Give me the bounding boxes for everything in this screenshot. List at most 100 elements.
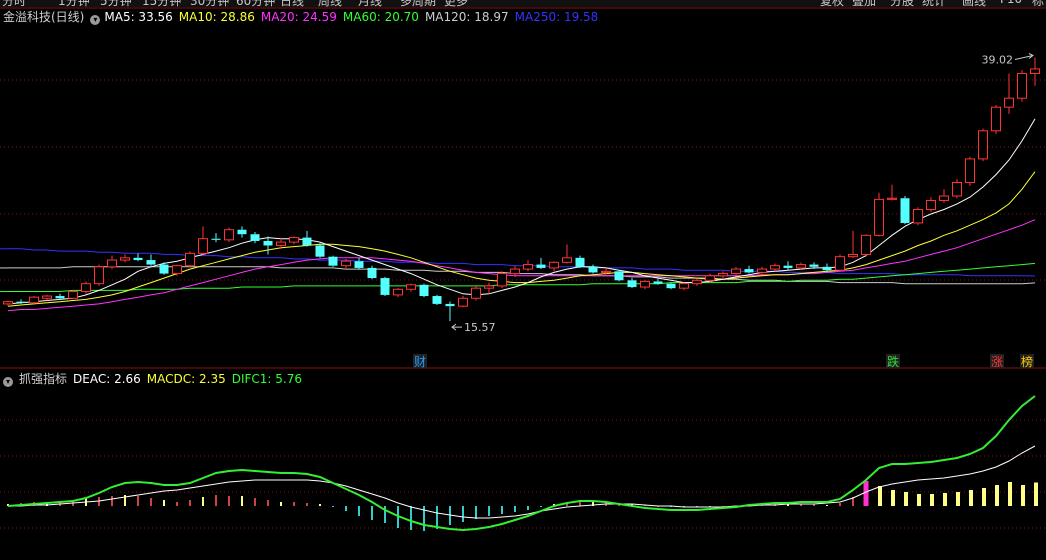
candlestick [458, 296, 468, 308]
candlestick [848, 230, 858, 258]
candlestick [172, 264, 182, 276]
macdc-bar [488, 506, 490, 516]
sub-legend-items: DEAC: 2.66 MACDC: 2.35 DIFC1: 5.76 [73, 372, 308, 386]
macdc-bar [358, 506, 360, 516]
macdc-bar [436, 506, 438, 529]
candlestick [146, 254, 156, 266]
macdc-bar [956, 492, 960, 506]
macdc-bar [1008, 482, 1012, 506]
candlestick [315, 243, 325, 258]
sub-legend-item: DIFC1: 5.76 [231, 372, 303, 386]
ma-legend-item: MA60: 20.70 [342, 10, 419, 24]
low-price-label: 15.57 [464, 321, 496, 334]
ma-legend-item: MA20: 24.59 [260, 10, 337, 24]
sub-legend: ▾ 抓强指标 DEAC: 2.66 MACDC: 2.35 DIFC1: 5.76 [3, 371, 314, 387]
macdc-bar [826, 505, 828, 506]
indicator-settings-icon[interactable]: ▾ [3, 377, 13, 387]
candlestick [887, 184, 897, 201]
macdc-bar [111, 496, 113, 506]
macdc-bar [917, 494, 921, 506]
candlestick [874, 192, 884, 237]
candlestick [68, 290, 78, 300]
macdc-bar [501, 506, 503, 514]
candlestick [406, 283, 416, 292]
candlestick [926, 197, 936, 212]
macdc-bar [163, 500, 165, 506]
candlestick [432, 294, 442, 306]
event-marker[interactable]: 跌 [887, 354, 899, 369]
macdc-bar [982, 488, 986, 506]
macdc-bar [995, 485, 999, 506]
event-marker[interactable]: 财 [414, 355, 426, 369]
candlestick [289, 236, 299, 245]
macdc-bar [280, 502, 282, 506]
macdc-bar [241, 496, 243, 506]
difc1-line [7, 395, 1036, 532]
candlestick [354, 257, 364, 270]
macdc-bar [228, 496, 230, 506]
sub-legend-item: DEAC: 2.66 [73, 372, 141, 386]
macdc-bar [540, 506, 542, 507]
candlestick [549, 261, 559, 272]
macdc-bar [293, 502, 295, 506]
candlestick [445, 301, 455, 322]
macdc-bar [306, 503, 308, 506]
candlestick [393, 288, 403, 298]
candlestick [250, 231, 260, 244]
macdc-bar [345, 506, 347, 511]
candlestick [328, 255, 338, 267]
macdc-bar [462, 506, 464, 522]
candlestick [588, 264, 598, 274]
candlestick [523, 260, 533, 272]
main-legend: 金溢科技(日线) ▾ MA5: 33.56 MA10: 28.86 MA20: 24.5… [3, 9, 610, 25]
event-marker[interactable]: 榜 [1021, 354, 1033, 369]
macdc-bar [839, 503, 841, 506]
candlestick [900, 195, 910, 225]
candlestick [731, 266, 741, 276]
main-chart-title: 金溢科技(日线) [3, 10, 85, 24]
candlestick [120, 254, 130, 263]
macdc-bar [891, 490, 895, 506]
candlestick [757, 266, 767, 275]
macdc-bar [878, 486, 882, 506]
candlestick [55, 293, 65, 300]
macdc-bar [930, 494, 934, 506]
macdc-bar [319, 504, 321, 506]
candlestick [367, 265, 377, 280]
candlestick [835, 254, 845, 272]
ma-legend-item: MA5: 33.56 [104, 10, 173, 24]
ma-legend-item: MA120: 18.97 [424, 10, 509, 24]
candlestick [939, 189, 949, 203]
candlestick [224, 227, 234, 243]
ma10-line [7, 171, 1036, 307]
high-price-arrow [1014, 53, 1034, 60]
high-price-label: 39.02 [982, 53, 1014, 66]
candlestick [471, 285, 481, 301]
candlestick [484, 282, 494, 294]
macdc-bar [215, 495, 217, 506]
macdc-bar [137, 496, 139, 506]
candlestick [198, 226, 208, 256]
candlestick [640, 280, 650, 290]
candlestick [770, 263, 780, 272]
event-marker[interactable]: 涨 [991, 354, 1003, 369]
deac-line [8, 445, 1036, 519]
candlestick [107, 255, 117, 270]
macdc-bar [410, 506, 412, 530]
candlesticks [3, 57, 1040, 322]
candlestick [263, 236, 273, 255]
macdc-bar [943, 493, 947, 506]
macdc-bar [332, 506, 334, 507]
indicator-settings-icon[interactable]: ▾ [90, 15, 101, 25]
ma-legend-items: MA5: 33.56 MA10: 28.86 MA20: 24.59 MA60: 20… [104, 10, 604, 24]
candlestick [783, 261, 793, 271]
candlestick [185, 251, 195, 267]
candlestick [380, 276, 390, 297]
candlestick [718, 271, 728, 280]
candlestick [744, 265, 754, 274]
kline-chart: 39.02 15.57 财 跌 涨 榜 [0, 7, 1046, 532]
candlestick [614, 270, 624, 282]
candlestick [419, 283, 429, 298]
low-price-arrow [451, 323, 462, 331]
macdc-bar [267, 500, 269, 506]
